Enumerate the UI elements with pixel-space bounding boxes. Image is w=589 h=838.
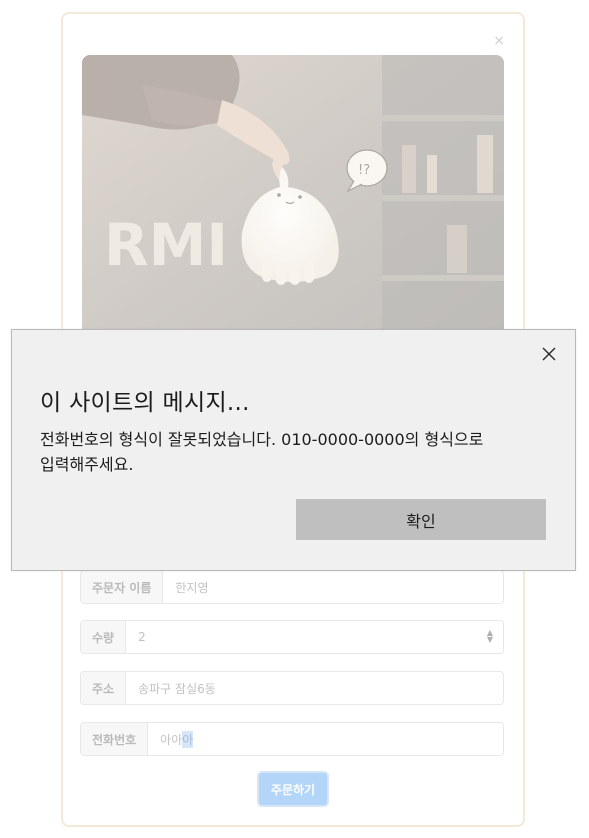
browser-alert-dialog: 이 사이트의 메시지... 전화번호의 형식이 잘못되었습니다. 010-000… xyxy=(11,329,576,571)
alert-message-line: 입력해주세요. xyxy=(40,455,134,474)
close-icon[interactable] xyxy=(541,346,557,362)
alert-ok-button[interactable]: 확인 xyxy=(296,499,546,540)
alert-message: 전화번호의 형식이 잘못되었습니다. 010-0000-0000의 형식으로 입… xyxy=(40,427,560,477)
alert-title: 이 사이트의 메시지... xyxy=(40,390,250,416)
alert-message-line: 전화번호의 형식이 잘못되었습니다. 010-0000-0000의 형식으로 xyxy=(40,430,484,449)
